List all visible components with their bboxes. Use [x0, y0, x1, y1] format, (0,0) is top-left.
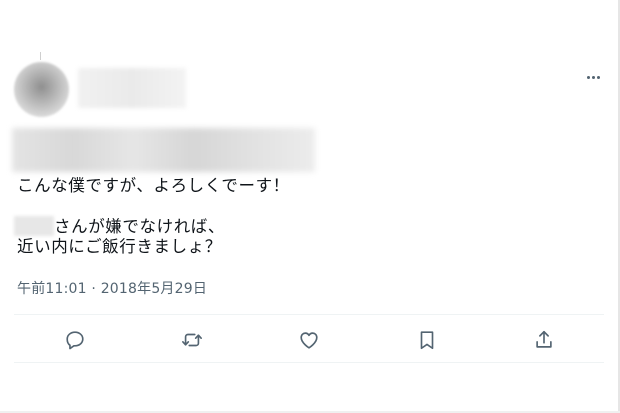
share-icon [536, 330, 552, 348]
reply-button[interactable] [61, 326, 89, 354]
more-options-button[interactable] [582, 68, 604, 86]
tweet-text-line-1: こんな僕ですが、よろしくでーす！ [17, 176, 290, 195]
tweet-text-redacted [12, 128, 315, 172]
divider [14, 362, 604, 363]
tweet-actions-bar [0, 326, 620, 354]
author-name-redacted[interactable] [78, 68, 186, 108]
reply-icon [66, 331, 84, 350]
heart-icon [300, 332, 318, 349]
avatar-marker [40, 52, 41, 60]
more-icon [586, 75, 590, 79]
mention-redacted [14, 216, 54, 236]
more-icon-dot [591, 75, 595, 79]
more-icon-dot [596, 75, 600, 79]
tweet-timestamp[interactable]: 午前11:01 · 2018年5月29日 [17, 278, 207, 298]
divider [14, 314, 604, 315]
retweet-button[interactable] [178, 326, 206, 354]
tweet-text-line-2: さんが嫌でなければ、 [54, 217, 225, 236]
avatar[interactable] [14, 62, 69, 117]
bookmark-button[interactable] [413, 326, 441, 354]
tweet-text-line-3: 近い内にご飯行きましょ？ [17, 237, 222, 256]
tweet-card: こんな僕ですが、よろしくでーす！ さんが嫌でなければ、 近い内にご飯行きましょ？… [0, 0, 620, 413]
bookmark-icon [420, 331, 434, 350]
like-button[interactable] [295, 326, 323, 354]
share-button[interactable] [530, 326, 558, 354]
retweet-icon [182, 333, 202, 347]
